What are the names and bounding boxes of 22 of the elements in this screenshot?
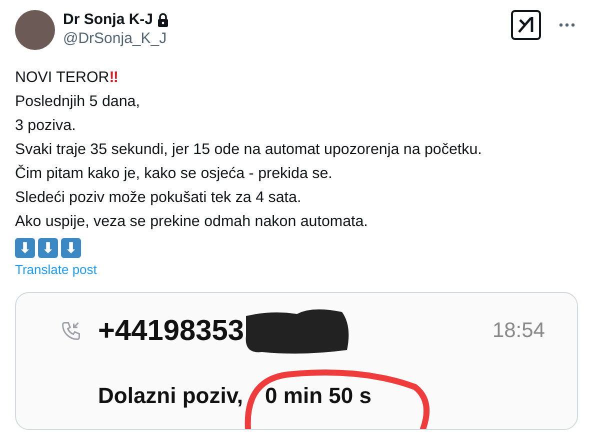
post-text-line: Ako uspije, veza se prekine odmah nakon automata. [15,212,369,232]
author-handle[interactable]: @DrSonja_K_J [63,30,503,47]
avatar[interactable] [15,10,55,50]
down-arrow-emoji: ⬇ [15,238,35,258]
post-text-line: 3 poziva. [15,116,77,136]
call-duration: 0 min 50 s [265,383,372,409]
down-arrow-emoji: ⬇ [61,238,81,258]
double-exclamation-mark: ‼ [109,69,118,86]
post-text-line: Svaki traje 35 sekundi, jer 15 ode na automat upozorenja na početku. [15,140,483,160]
author-name[interactable]: Dr Sonja K-J [63,11,154,28]
post-text-line: Čim pitam kako je, kako se osjeća - prekida se. [15,164,334,184]
call-type: Dolazni poziv, [98,383,244,409]
more-options-icon[interactable] [559,23,575,27]
grok-icon[interactable] [511,10,541,40]
post-text-line: Poslednjih 5 dana, [15,92,141,112]
down-arrow-emoji: ⬇ [38,238,58,258]
attached-image[interactable]: +44198353 18:54 Dolazni poziv, 0 min 50 s [15,292,578,430]
incoming-call-icon [60,320,82,342]
post-headline: NOVI TEROR [15,69,110,86]
post-text-line: Sledeći poziv može pokušati tek za 4 sata. [15,188,302,208]
call-time: 18:54 [492,319,545,343]
caller-number: +44198353 [98,314,244,348]
